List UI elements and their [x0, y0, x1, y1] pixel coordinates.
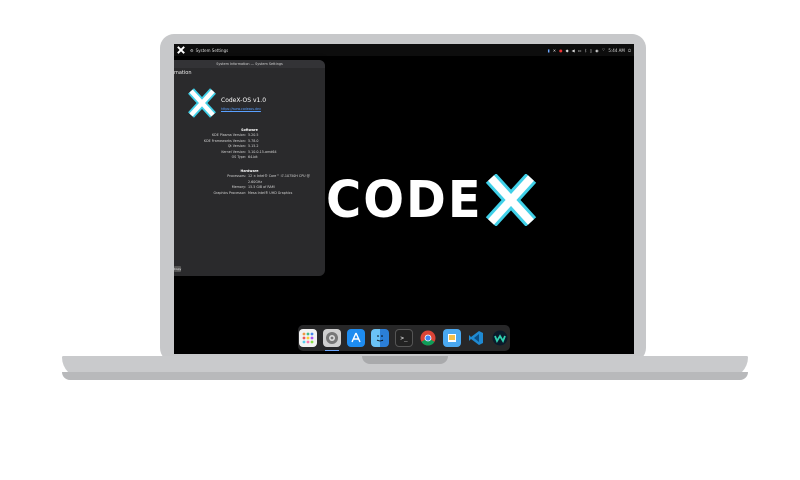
codex-icon[interactable]: ✕	[553, 48, 556, 53]
info-row: OS Type: 64-bit	[231, 155, 258, 160]
os-name: CodeX-OS v1.0	[221, 97, 267, 104]
system-tray: ▮ ✕ ● ◆ ◀ ▭ ᛒ ▯ ◉ ⌔ 5:44 AM ⏻	[548, 44, 632, 56]
preview-icon[interactable]	[443, 329, 461, 347]
os-website-link[interactable]: https://www.codexos.dev	[221, 107, 261, 111]
codex-logo-icon	[188, 88, 216, 118]
user-icon[interactable]: ▮	[548, 48, 550, 53]
hardware-section: Hardware Processors: 12 × Intel® Core™ i7…	[174, 169, 325, 196]
window-titlebar[interactable]: System Information — System Settings	[174, 60, 325, 68]
laptop-base-shadow	[62, 372, 748, 380]
system-settings-window: System Information — System Settings mat…	[174, 60, 325, 276]
software-section: Software KDE Plasma Version: 5.20.5 KDE F…	[174, 128, 325, 160]
active-app-label: System Settings	[195, 47, 229, 53]
speaker-icon[interactable]: ◀	[572, 48, 575, 53]
vscode-icon[interactable]	[467, 329, 485, 347]
laptop-notch	[362, 356, 448, 364]
desktop-wallpaper-logo: CODE	[326, 170, 537, 230]
clock[interactable]: 5:44 AM	[608, 48, 624, 53]
info-row: Processors: 12 × Intel® Core™ i7-10750H C…	[227, 174, 310, 184]
dock: >_	[298, 325, 510, 351]
top-panel: ⚙ System Settings ▮ ✕ ● ◆ ◀ ▭ ᛒ ▯ ◉ ⌔ 5:…	[174, 44, 634, 56]
active-app-title[interactable]: ⚙ System Settings	[190, 48, 228, 53]
settings-gear-icon: ⚙	[190, 47, 194, 53]
shield-icon[interactable]: ◆	[566, 48, 569, 53]
app-store-icon[interactable]	[347, 329, 365, 347]
copy-button[interactable]: Copy	[174, 266, 181, 272]
record-icon[interactable]: ●	[559, 48, 563, 53]
wifi-icon[interactable]: ⌔	[602, 47, 606, 53]
webex-icon[interactable]	[491, 329, 509, 347]
kb-indicator[interactable]: ◉	[595, 48, 599, 53]
system-settings-icon[interactable]	[323, 329, 341, 351]
launcher-icon[interactable]	[299, 329, 317, 347]
clipboard-icon[interactable]: ▯	[590, 48, 592, 53]
brand-wordmark: CODE	[326, 170, 483, 230]
codex-menu-icon[interactable]	[176, 45, 186, 55]
desktop-screen: ⚙ System Settings ▮ ✕ ● ◆ ◀ ▭ ᛒ ▯ ◉ ⌔ 5:…	[174, 44, 634, 354]
battery-icon[interactable]: ▭	[578, 48, 582, 53]
chrome-icon[interactable]	[419, 329, 437, 347]
terminal-icon[interactable]: >_	[395, 329, 413, 347]
bluetooth-icon[interactable]: ᛒ	[585, 48, 587, 53]
codex-x-icon	[485, 174, 536, 226]
power-icon[interactable]: ⏻	[628, 48, 631, 53]
finder-icon[interactable]	[371, 329, 389, 347]
page-title: mation	[174, 70, 192, 76]
info-row: Graphics Processor: Mesa Intel® UHD Graph…	[213, 190, 293, 195]
